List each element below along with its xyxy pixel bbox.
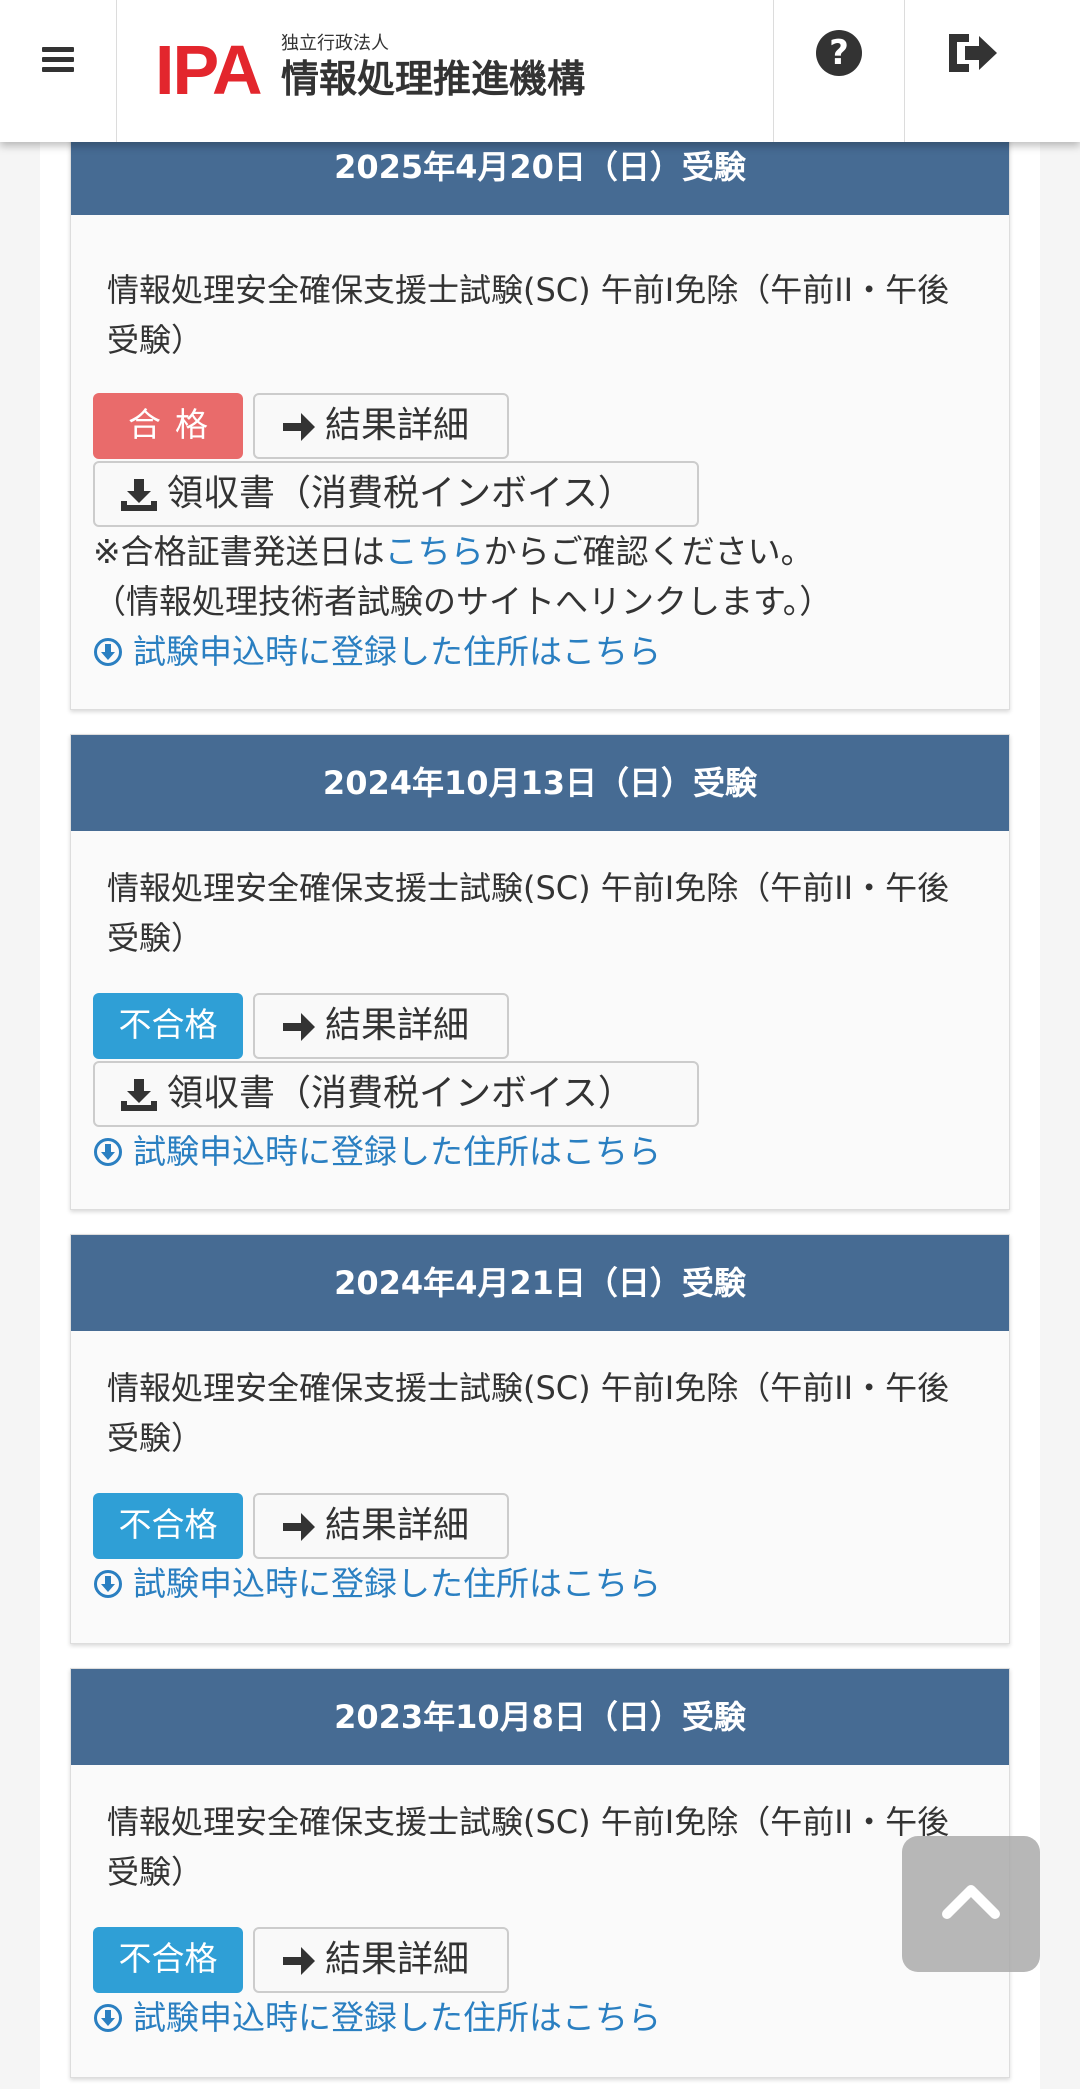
registered-address-label: 試験申込時に登録した住所はこちら [133, 1564, 661, 1603]
help-button[interactable]: ? [774, 0, 905, 142]
circle-arrow-down-icon [94, 638, 122, 666]
status-badge: 不合格 [93, 1493, 243, 1559]
external-link-note: （情報処理技術者試験のサイトへリンクします。） [93, 582, 833, 621]
logo-title: 情報処理推進機構 [281, 57, 586, 101]
result-card: 2024年10月13日（日）受験 情報処理安全確保支援士試験(SC) 午前I免除… [70, 734, 1010, 1210]
certificate-note: ※合格証書発送日はこちらからご確認ください。 [93, 527, 814, 577]
logo-subtitle: 独立行政法人 [281, 33, 389, 54]
status-badge: 不合格 [93, 993, 243, 1059]
result-detail-label: 結果詳細 [325, 1505, 470, 1546]
exam-date-header: 2023年10月8日（日）受験 [71, 1669, 1009, 1765]
result-detail-label: 結果詳細 [325, 1939, 470, 1980]
hamburger-icon [42, 47, 74, 73]
exam-name: 情報処理安全確保支援士試験(SC) 午前I免除（午前II・午後受験） [107, 271, 950, 359]
result-detail-button[interactable]: 結果詳細 [253, 993, 509, 1059]
registered-address-label: 試験申込時に登録した住所はこちら [133, 1132, 661, 1171]
logout-button[interactable] [905, 0, 1080, 142]
result-detail-button[interactable]: 結果詳細 [253, 393, 509, 459]
ipa-logo-link[interactable]: IPA 独立行政法人 情報処理推進機構 [117, 0, 774, 142]
logo-mark: IPA [155, 31, 262, 109]
result-card: 2025年4月20日（日）受験 情報処理安全確保支援士試験(SC) 午前I免除（… [70, 118, 1010, 710]
receipt-download-button[interactable]: 領収書（消費税インボイス） [93, 1061, 699, 1127]
sign-out-icon [949, 34, 997, 72]
menu-button[interactable] [0, 0, 117, 142]
result-card: 2024年4月21日（日）受験 情報処理安全確保支援士試験(SC) 午前I免除（… [70, 1234, 1010, 1644]
results-container: 2025年4月20日（日）受験 情報処理安全確保支援士試験(SC) 午前I免除（… [40, 0, 1040, 2089]
arrow-right-icon [283, 413, 315, 441]
exam-date-header: 2024年10月13日（日）受験 [71, 735, 1009, 831]
exam-name: 情報処理安全確保支援士試験(SC) 午前I免除（午前II・午後受験） [107, 869, 950, 957]
result-detail-button[interactable]: 結果詳細 [253, 1927, 509, 1993]
registered-address-label: 試験申込時に登録した住所はこちら [133, 1998, 661, 2037]
result-detail-label: 結果詳細 [325, 405, 470, 446]
result-detail-button[interactable]: 結果詳細 [253, 1493, 509, 1559]
receipt-download-button[interactable]: 領収書（消費税インボイス） [93, 461, 699, 527]
note-text-suffix: からご確認ください。 [483, 532, 814, 571]
app-header: IPA 独立行政法人 情報処理推進機構 ? [0, 0, 1080, 142]
receipt-label: 領収書（消費税インボイス） [167, 1073, 634, 1114]
result-card: 2023年10月8日（日）受験 情報処理安全確保支援士試験(SC) 午前I免除（… [70, 1668, 1010, 2078]
note-text: ※合格証書発送日は [93, 532, 385, 571]
circle-arrow-down-icon [94, 1570, 122, 1598]
arrow-right-icon [283, 1013, 315, 1041]
exam-date-header: 2024年4月21日（日）受験 [71, 1235, 1009, 1331]
exam-name: 情報処理安全確保支援士試験(SC) 午前I免除（午前II・午後受験） [107, 1803, 950, 1891]
download-icon [121, 1079, 157, 1111]
arrow-right-icon [283, 1947, 315, 1975]
registered-address-label: 試験申込時に登録した住所はこちら [133, 632, 661, 671]
arrow-right-icon [283, 1513, 315, 1541]
question-circle-icon: ? [816, 30, 862, 76]
exam-name: 情報処理安全確保支援士試験(SC) 午前I免除（午前II・午後受験） [107, 1369, 950, 1457]
certificate-date-link[interactable]: こちら [385, 532, 484, 571]
circle-arrow-down-icon [94, 2004, 122, 2032]
status-badge: 合格 [93, 393, 243, 459]
chevron-up-icon [942, 1885, 1000, 1919]
result-detail-label: 結果詳細 [325, 1005, 470, 1046]
receipt-label: 領収書（消費税インボイス） [167, 473, 634, 514]
status-badge: 不合格 [93, 1927, 243, 1993]
download-icon [121, 479, 157, 511]
circle-arrow-down-icon [94, 1138, 122, 1166]
scroll-to-top-button[interactable] [902, 1836, 1040, 1972]
